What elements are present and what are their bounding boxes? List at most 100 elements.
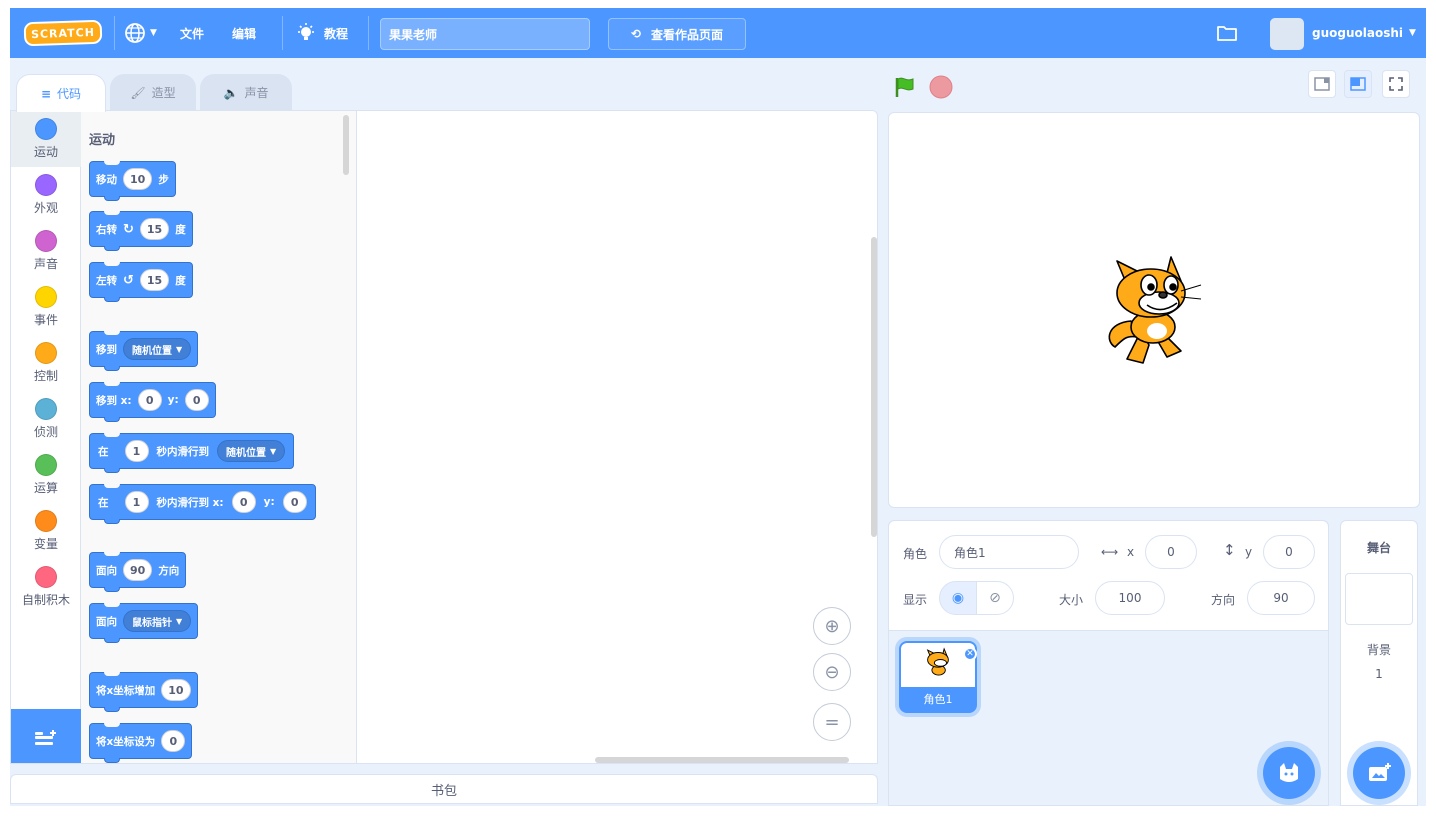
palette-scrollbar[interactable] (343, 115, 349, 175)
caret-down-icon: ▼ (176, 616, 183, 626)
block-input[interactable]: 10 (123, 168, 153, 190)
zoom-out-button[interactable]: ⊖ (813, 653, 851, 691)
stage[interactable] (888, 112, 1420, 508)
green-flag-button[interactable] (892, 74, 918, 100)
block-input[interactable]: 0 (161, 730, 186, 752)
small-stage-icon (1314, 77, 1330, 91)
category-label: 运动 (33, 145, 58, 159)
zoom-reset-icon: = (824, 711, 840, 733)
block-input[interactable]: 0 (282, 491, 307, 513)
category-label: 外观 (33, 201, 58, 215)
lightbulb-icon (298, 23, 314, 40)
category-my-blocks[interactable]: 自制积木 (11, 559, 81, 615)
stop-button[interactable] (928, 74, 954, 100)
block-dropdown[interactable]: 随机位置 ▼ (217, 440, 286, 462)
scratch-logo[interactable]: SCRATCH (23, 19, 103, 47)
code-area: 运动 外观 声音 事件 控制 侦测 运算 变量 自制积木 运动 移动 10 步 右转… (10, 110, 878, 764)
block-goto-xy[interactable]: 移到 x: 0 y: 0 (89, 382, 216, 422)
language-menu[interactable]: ▼ (124, 8, 157, 58)
normal-stage-button[interactable] (1344, 70, 1372, 98)
backdrop-add-icon (1369, 763, 1391, 781)
block-input[interactable]: 0 (184, 389, 209, 411)
eye-slash-icon: ⊘ (989, 590, 1001, 606)
stage-title: 舞台 (1366, 541, 1391, 555)
category-events[interactable]: 事件 (11, 279, 81, 335)
block-input[interactable]: 1 (124, 440, 149, 462)
block-change-x[interactable]: 将x坐标增加 10 (89, 672, 198, 712)
y-input[interactable]: 0 (1263, 535, 1315, 569)
block-point-direction[interactable]: 面向 90 方向 (89, 552, 187, 592)
tab-sounds[interactable]: 🔈 声音 (200, 74, 292, 110)
block-point-towards[interactable]: 面向 鼠标指针 ▼ (89, 603, 199, 643)
edit-menu[interactable]: 编辑 (232, 8, 256, 58)
block-text: 左转 (96, 274, 117, 287)
tab-costumes[interactable]: 🖌 造型 (110, 74, 196, 110)
control-dot-icon (35, 342, 57, 364)
avatar[interactable] (1270, 18, 1304, 50)
my-stuff-button[interactable] (1216, 8, 1238, 58)
fullscreen-button[interactable] (1382, 70, 1410, 98)
script-workspace[interactable] (357, 111, 877, 763)
category-sensing[interactable]: 侦测 (11, 391, 81, 447)
tab-code[interactable]: ≡ 代码 (16, 74, 106, 112)
category-control[interactable]: 控制 (11, 335, 81, 391)
category-operators[interactable]: 运算 (11, 447, 81, 503)
backpack[interactable]: 书包 (10, 774, 878, 804)
block-input[interactable]: 0 (137, 389, 162, 411)
block-dropdown[interactable]: 随机位置 ▼ (123, 338, 192, 360)
menu-divider (368, 16, 369, 50)
x-input[interactable]: 0 (1145, 535, 1197, 569)
block-text: 方向 (158, 564, 180, 577)
hide-sprite-button[interactable]: ⊘ (976, 581, 1014, 615)
zoom-in-button[interactable]: ⊕ (813, 607, 851, 645)
cat-sprite[interactable] (1097, 251, 1205, 369)
block-input[interactable]: 90 (123, 559, 153, 581)
menu-bar: SCRATCH ▼ 文件 编辑 教程 果果老师 ⟲ 查看作品页面 guoguol… (10, 8, 1426, 58)
small-stage-button[interactable] (1308, 70, 1336, 98)
category-sound[interactable]: 声音 (11, 223, 81, 279)
block-input[interactable]: 15 (139, 218, 170, 240)
size-input[interactable]: 100 (1095, 581, 1165, 615)
block-text: 移到 (96, 343, 117, 356)
file-menu[interactable]: 文件 (180, 8, 204, 58)
delete-sprite-button[interactable]: ✕ (963, 647, 977, 661)
motion-dot-icon (35, 118, 57, 140)
workspace-horizontal-scrollbar[interactable] (595, 757, 849, 763)
add-extension-button[interactable] (11, 709, 81, 763)
category-menu: 运动 外观 声音 事件 控制 侦测 运算 变量 自制积木 (11, 111, 81, 709)
block-input[interactable]: 0 (231, 491, 256, 513)
workspace-vertical-scrollbar[interactable] (871, 237, 877, 537)
caret-down-icon: ▼ (1409, 28, 1416, 38)
size-label: 大小 (1059, 593, 1084, 607)
see-project-page-button[interactable]: ⟲ 查看作品页面 (608, 18, 746, 50)
tutorials-menu[interactable]: 教程 (296, 8, 348, 58)
block-text: y: (167, 394, 179, 406)
choose-sprite-button[interactable] (1263, 747, 1315, 799)
block-input[interactable]: 1 (124, 491, 149, 513)
zoom-reset-button[interactable]: = (813, 703, 851, 741)
block-goto[interactable]: 移到 随机位置 ▼ (89, 331, 199, 371)
block-glide-xy[interactable]: 在 1 秒内滑行到 x: 0 y: 0 (89, 484, 316, 524)
block-set-x[interactable]: 将x坐标设为 0 (89, 723, 193, 763)
block-dropdown[interactable]: 鼠标指针 ▼ (123, 610, 192, 632)
block-palette: 运动 移动 10 步 右转 ↻ 15 度 左转 ↺ 15 度 移到 随机位置 ▼ 移到 x: 0 y: 0… (81, 111, 357, 763)
category-variables[interactable]: 变量 (11, 503, 81, 559)
variables-dot-icon (35, 510, 57, 532)
project-title-input[interactable]: 果果老师 (380, 18, 590, 50)
block-turn-right[interactable]: 右转 ↻ 15 度 (89, 211, 193, 251)
category-motion[interactable]: 运动 (11, 111, 81, 167)
block-move-steps[interactable]: 移动 10 步 (89, 161, 176, 201)
category-looks[interactable]: 外观 (11, 167, 81, 223)
block-input[interactable]: 10 (161, 679, 191, 701)
block-glide-to[interactable]: 在 1 秒内滑行到 随机位置 ▼ (89, 433, 295, 473)
show-sprite-button[interactable]: ◉ (939, 581, 977, 615)
sound-dot-icon (35, 230, 57, 252)
dropdown-value: 随机位置 (226, 447, 266, 459)
account-menu[interactable]: guoguolaoshi ▼ (1312, 8, 1416, 58)
choose-backdrop-button[interactable] (1353, 747, 1405, 799)
block-input[interactable]: 15 (139, 269, 170, 291)
block-turn-left[interactable]: 左转 ↺ 15 度 (89, 262, 193, 302)
stage-selector[interactable]: 舞台 背景 1 (1340, 520, 1418, 806)
direction-input[interactable]: 90 (1247, 581, 1315, 615)
sprite-name-input[interactable]: 角色1 (939, 535, 1079, 569)
